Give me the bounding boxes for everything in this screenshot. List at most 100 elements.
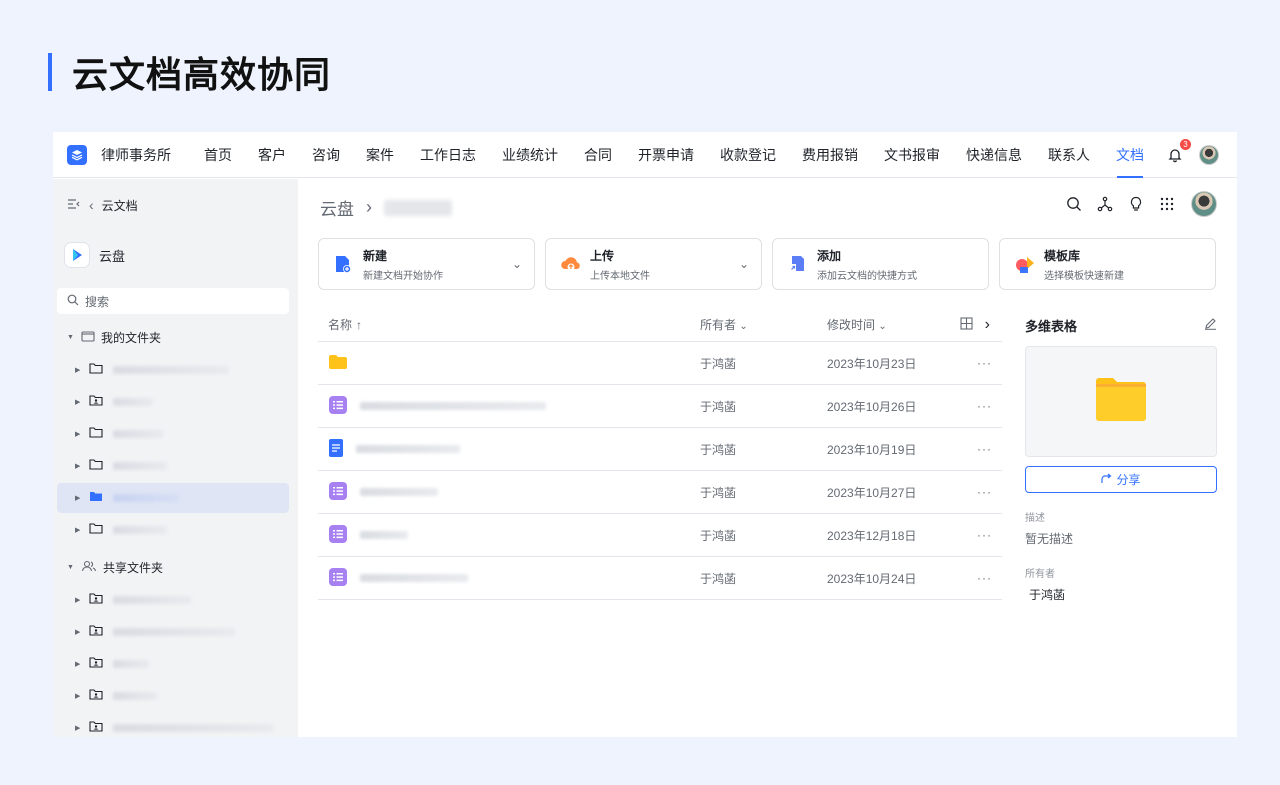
redacted-folder-name — [113, 660, 149, 668]
nav-item[interactable]: 收款登记 — [707, 132, 789, 178]
sheet-file-icon — [328, 524, 348, 547]
nav-item[interactable]: 文书报审 — [871, 132, 953, 178]
file-name-cell[interactable] — [328, 354, 348, 373]
notification-bell-icon[interactable]: 3 — [1165, 139, 1191, 165]
expand-panel-chevron-icon[interactable]: › — [985, 316, 990, 334]
file-name-cell[interactable] — [328, 524, 408, 547]
caret-right-icon[interactable]: ▶ — [75, 430, 83, 438]
file-name-cell[interactable] — [328, 395, 546, 418]
quick-action-card[interactable]: 添加 添加云文档的快捷方式 — [772, 238, 989, 290]
share-graph-icon[interactable] — [1096, 195, 1114, 213]
table-row[interactable]: 于鸿菡 2023年10月19日 ··· — [318, 428, 1002, 471]
tree-folder-row[interactable]: ▶ — [57, 649, 289, 679]
collapse-sidebar-icon[interactable] — [67, 198, 81, 213]
table-row[interactable]: 于鸿菡 2023年12月18日 ··· — [318, 514, 1002, 557]
tree-folder-row[interactable]: ▶ — [57, 387, 289, 417]
shared-folder-section[interactable]: ▼ 共享文件夹 — [53, 551, 298, 583]
more-options-icon[interactable]: ··· — [977, 485, 992, 499]
file-name-cell[interactable] — [328, 567, 468, 590]
caret-right-icon[interactable]: ▶ — [75, 596, 83, 604]
nav-item[interactable]: 文档 — [1103, 132, 1157, 178]
tree-folder-row[interactable]: ▶ — [57, 355, 289, 385]
my-folder-section[interactable]: ▼ 我的文件夹 — [53, 321, 298, 353]
caret-right-icon[interactable]: ▶ — [75, 462, 83, 470]
tree-folder-row[interactable]: ▶ — [57, 617, 289, 647]
chevron-down-icon[interactable]: ⌄ — [739, 257, 749, 271]
user-avatar[interactable] — [1191, 191, 1217, 217]
column-time-header[interactable]: 修改时间 ⌄ — [827, 316, 887, 333]
nav-item[interactable]: 业绩统计 — [489, 132, 571, 178]
caret-right-icon[interactable]: ▶ — [75, 692, 83, 700]
sidebar-back-label[interactable]: 云文档 — [102, 197, 138, 214]
caret-right-icon[interactable]: ▶ — [75, 398, 83, 406]
redacted-folder-name — [113, 526, 167, 534]
nav-item[interactable]: 联系人 — [1035, 132, 1103, 178]
table-row[interactable]: 于鸿菡 2023年10月23日 ··· — [318, 342, 1002, 385]
table-row[interactable]: 于鸿菡 2023年10月26日 ··· — [318, 385, 1002, 428]
caret-right-icon[interactable]: ▶ — [75, 660, 83, 668]
caret-right-icon[interactable]: ▶ — [75, 526, 83, 534]
share-button[interactable]: 分享 — [1025, 466, 1217, 493]
sidebar-search-input[interactable]: 搜索 — [57, 288, 289, 314]
nav-item[interactable]: 费用报销 — [789, 132, 871, 178]
tree-folder-row[interactable]: ▶ — [57, 713, 289, 737]
table-view-tools: › — [960, 316, 990, 334]
nav-item[interactable]: 客户 — [245, 132, 299, 178]
chevron-down-icon[interactable]: ⌄ — [512, 257, 522, 271]
brand-name: 律师事务所 — [101, 146, 171, 163]
tree-folder-row[interactable]: ▶ — [57, 451, 289, 481]
sheet-file-icon — [328, 481, 348, 504]
nav-item[interactable]: 快递信息 — [953, 132, 1035, 178]
quick-action-card[interactable]: 上传 上传本地文件 ⌄ — [545, 238, 762, 290]
shared-folder-icon — [89, 623, 103, 641]
sort-arrow-up-icon[interactable]: ↑ — [356, 318, 362, 332]
more-options-icon[interactable]: ··· — [977, 528, 992, 542]
new-doc-icon — [333, 254, 353, 274]
edit-pencil-icon[interactable] — [1204, 317, 1217, 333]
back-chevron-icon[interactable]: ‹ — [89, 197, 94, 213]
shared-folder-icon — [89, 719, 103, 737]
top-nav: 律师事务所 首页 客户 咨询 案件 工作日志 业绩统计 合同 开票申请 收款登记 费用报销 文书报审… — [53, 132, 1237, 178]
apps-grid-icon[interactable] — [1158, 195, 1176, 213]
caret-right-icon[interactable]: ▶ — [75, 724, 83, 732]
brand[interactable]: 律师事务所 — [67, 144, 171, 165]
lightbulb-icon[interactable] — [1127, 195, 1145, 213]
template-library-icon — [1014, 254, 1034, 274]
modified-time-cell: 2023年10月23日 — [827, 356, 917, 371]
caret-down-icon[interactable]: ▼ — [67, 564, 75, 571]
breadcrumb-root[interactable]: 云盘 — [320, 195, 354, 220]
user-avatar[interactable] — [1199, 145, 1219, 165]
file-name-cell[interactable] — [328, 438, 460, 461]
quick-action-card[interactable]: 新建 新建文档开始协作 ⌄ — [318, 238, 535, 290]
nav-item[interactable]: 合同 — [571, 132, 625, 178]
caret-right-icon[interactable]: ▶ — [75, 494, 83, 502]
caret-down-icon[interactable]: ▼ — [67, 334, 75, 341]
tree-folder-row[interactable]: ▶ — [57, 585, 289, 615]
nav-item[interactable]: 首页 — [191, 132, 245, 178]
column-name-header[interactable]: 名称 ↑ — [328, 316, 362, 333]
caret-right-icon[interactable]: ▶ — [75, 628, 83, 636]
sidebar-drive[interactable]: 云盘 — [53, 243, 298, 267]
quick-action-card[interactable]: 模板库 选择模板快速新建 — [999, 238, 1216, 290]
column-owner-header[interactable]: 所有者 ⌄ — [700, 316, 748, 333]
nav-item[interactable]: 案件 — [353, 132, 407, 178]
tree-folder-row[interactable]: ▶ — [57, 515, 289, 545]
tree-folder-row[interactable]: ▶ — [57, 419, 289, 449]
file-name-cell[interactable] — [328, 481, 438, 504]
redacted-file-name — [360, 531, 408, 539]
grid-view-icon[interactable] — [960, 316, 973, 333]
nav-item[interactable]: 工作日志 — [407, 132, 489, 178]
table-row[interactable]: 于鸿菡 2023年10月27日 ··· — [318, 471, 1002, 514]
search-icon[interactable] — [1065, 195, 1083, 213]
table-row[interactable]: 于鸿菡 2023年10月24日 ··· — [318, 557, 1002, 600]
more-options-icon[interactable]: ··· — [977, 571, 992, 585]
more-options-icon[interactable]: ··· — [977, 442, 992, 456]
tree-folder-row[interactable]: ▶ — [57, 483, 289, 513]
more-options-icon[interactable]: ··· — [977, 356, 992, 370]
caret-right-icon[interactable]: ▶ — [75, 366, 83, 374]
nav-item[interactable]: 开票申请 — [625, 132, 707, 178]
tree-folder-row[interactable]: ▶ — [57, 681, 289, 711]
nav-item[interactable]: 咨询 — [299, 132, 353, 178]
chevron-down-icon: ⌄ — [739, 321, 748, 332]
more-options-icon[interactable]: ··· — [977, 399, 992, 413]
